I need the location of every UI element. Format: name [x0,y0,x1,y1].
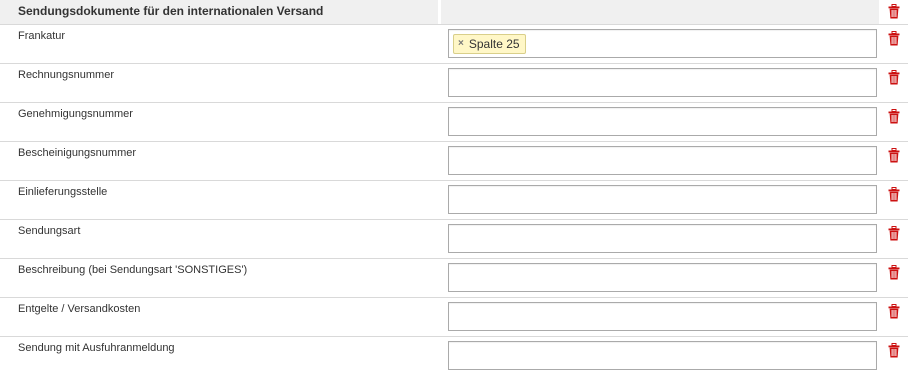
trash-icon [888,187,900,219]
field-label: Genehmigungsnummer [18,108,133,120]
trash-icon [888,4,900,24]
delete-button[interactable] [879,337,908,376]
bescheinigungsnummer-field[interactable] [448,146,877,175]
field-row-ausfuhranmeldung: Sendung mit Ausfuhranmeldung [0,337,908,376]
delete-button[interactable] [879,142,908,180]
field-label: Beschreibung (bei Sendungsart 'SONSTIGES… [18,264,248,276]
field-label: Sendungsart [18,225,81,237]
shipping-documents-grid: Sendungsdokumente für den internationale… [0,0,908,376]
delete-button[interactable] [879,103,908,141]
frankatur-field[interactable]: × Spalte 25 [448,29,877,58]
beschreibung-field[interactable] [448,263,877,292]
delete-button[interactable] [879,259,908,297]
field-row-sendungsart: Sendungsart [0,220,908,259]
rechnungsnummer-field[interactable] [448,68,877,97]
trash-icon [888,148,900,180]
field-row-entgelte: Entgelte / Versandkosten [0,298,908,337]
trash-icon [888,343,900,376]
token-chip: × Spalte 25 [453,33,526,54]
section-title: Sendungsdokumente für den internationale… [0,0,438,24]
trash-icon [888,70,900,102]
field-label: Bescheinigungsnummer [18,147,137,159]
field-row-genehmigungsnummer: Genehmigungsnummer [0,103,908,142]
delete-button[interactable] [879,64,908,102]
field-row-einlieferungsstelle: Einlieferungsstelle [0,181,908,220]
trash-icon [888,226,900,258]
section-header: Sendungsdokumente für den internationale… [0,0,908,25]
field-row-beschreibung: Beschreibung (bei Sendungsart 'SONSTIGES… [0,259,908,298]
entgelte-field[interactable] [448,302,877,331]
trash-icon [888,304,900,336]
field-row-rechnungsnummer: Rechnungsnummer [0,64,908,103]
section-header-value [441,0,879,24]
section-delete-button[interactable] [879,0,908,24]
delete-button[interactable] [879,25,908,63]
field-row-bescheinigungsnummer: Bescheinigungsnummer [0,142,908,181]
field-label: Frankatur [18,30,66,42]
field-label: Rechnungsnummer [18,69,114,81]
field-label: Sendung mit Ausfuhranmeldung [18,342,175,354]
ausfuhranmeldung-field[interactable] [448,341,877,370]
delete-button[interactable] [879,220,908,258]
field-label: Entgelte / Versandkosten [18,303,141,315]
field-row-frankatur: Frankatur × Spalte 25 [0,25,908,64]
trash-icon [888,265,900,297]
einlieferungsstelle-field[interactable] [448,185,877,214]
trash-icon [888,109,900,141]
trash-icon [888,31,900,63]
close-icon[interactable]: × [458,38,464,49]
field-label: Einlieferungsstelle [18,186,108,198]
delete-button[interactable] [879,298,908,336]
delete-button[interactable] [879,181,908,219]
sendungsart-field[interactable] [448,224,877,253]
token-label: Spalte 25 [468,36,520,51]
genehmigungsnummer-field[interactable] [448,107,877,136]
